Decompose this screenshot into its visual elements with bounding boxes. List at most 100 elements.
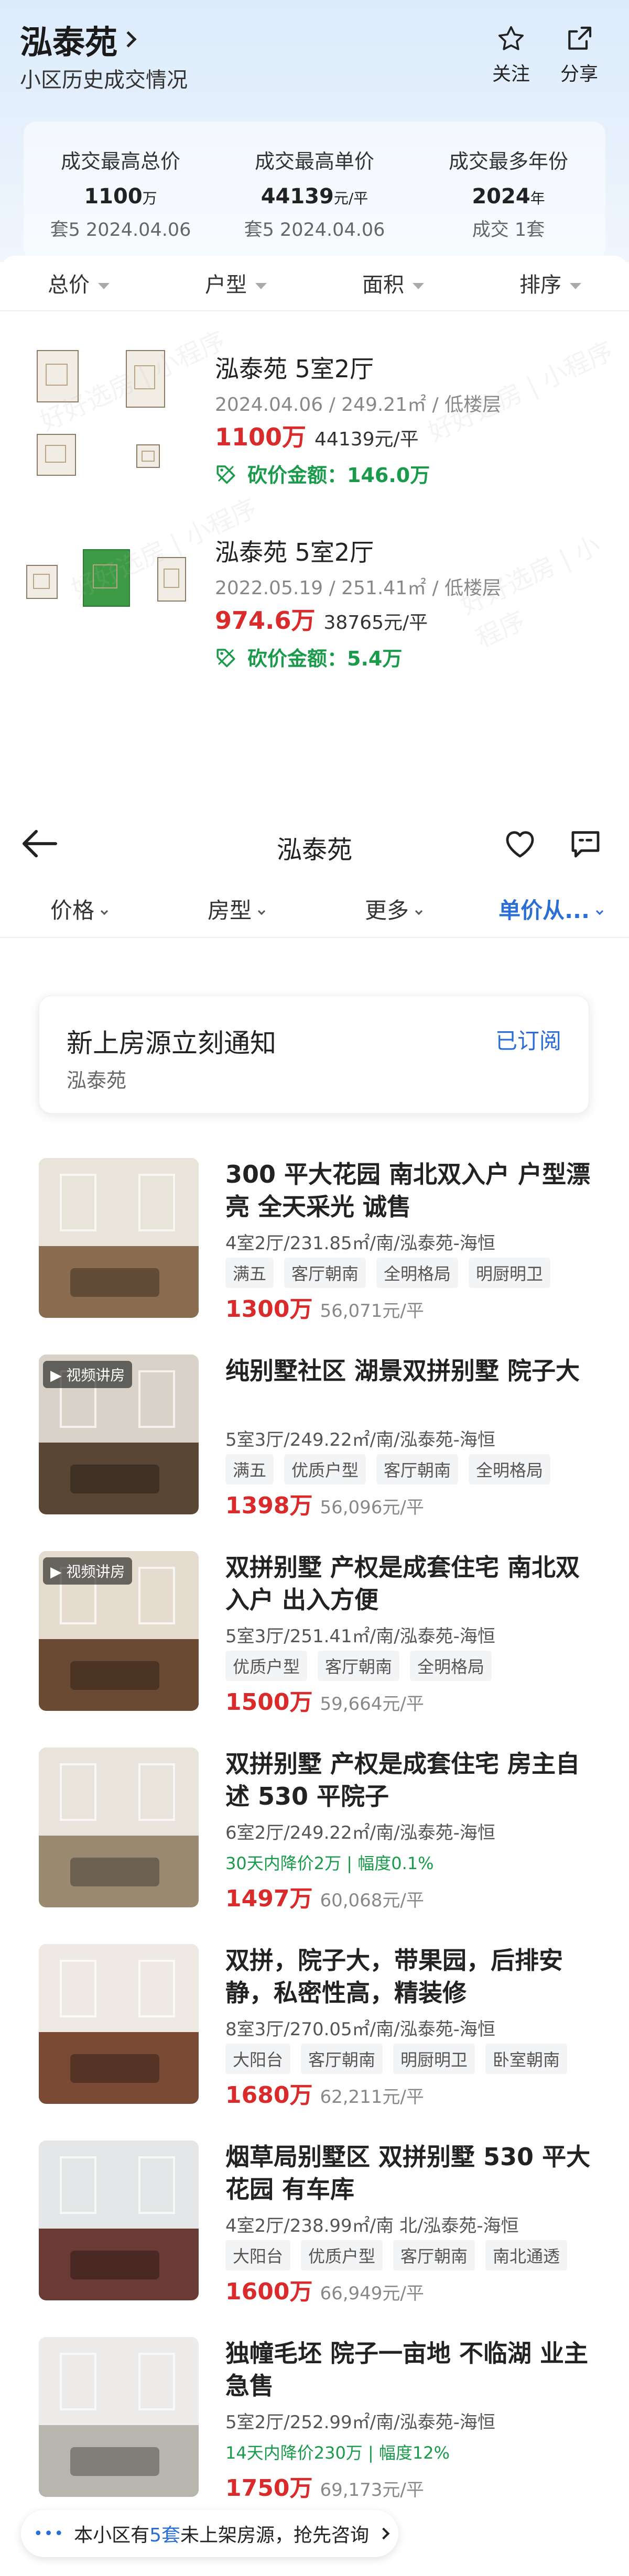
- listing-price: 1500万 59,664元/平: [225, 1683, 424, 1717]
- listing-item[interactable]: 300 平大花园 南北双入户 户型漂亮 全天采光 诚售 4室2厅/231.85㎡/…: [0, 1158, 629, 1355]
- tab-price[interactable]: 价格: [0, 893, 157, 925]
- follow-label: 关注: [492, 63, 530, 85]
- listing-item[interactable]: ▶ 视频讲房 纯别墅社区 湖景双拼别墅 院子大 5室3厅/249.22㎡/南/泓泰苑…: [0, 1355, 629, 1551]
- deal-unit-price: 38765元/平: [323, 612, 428, 634]
- listing-price: 1600万 66,949元/平: [225, 2273, 424, 2306]
- star-icon: [498, 26, 524, 50]
- deal-unit-price: 44139元/平: [314, 429, 419, 450]
- stat-label: 成交最高单价: [254, 150, 374, 173]
- heart-icon[interactable]: [503, 828, 537, 859]
- listing-total-price: 1680万: [225, 2082, 313, 2109]
- tab-label: 更多: [364, 897, 409, 923]
- message-icon[interactable]: [569, 828, 602, 859]
- listing-total-price: 1398万: [225, 1492, 313, 1519]
- floorplan-shape: [126, 350, 165, 408]
- deal-record[interactable]: 泓泰苑 5室2厅 2022.05.19 / 251.41㎡ / 低楼层 974.…: [0, 518, 629, 696]
- tab-label: 价格: [50, 897, 94, 923]
- photo-window: [60, 1960, 96, 2017]
- listing-price: 1680万 62,211元/平: [225, 2076, 424, 2110]
- listing-title: 双拼别墅 产权是成套住宅 房主自述 530 平院子: [225, 1750, 580, 1810]
- listing-tag: 客厅朝南: [284, 1258, 366, 1288]
- deal-total-price: 1100万: [215, 423, 307, 451]
- share-button[interactable]: 分享: [550, 24, 608, 86]
- tab-room-type[interactable]: 房型: [157, 893, 314, 925]
- listing-photo: ▶ 视频讲房: [39, 1355, 199, 1514]
- listing-tag: 客厅朝南: [393, 2240, 475, 2271]
- listing-price: 1300万 56,071元/平: [225, 1290, 424, 1324]
- tab-label: 单价从...: [498, 897, 590, 923]
- photo-furniture: [70, 1661, 159, 1690]
- follow-button[interactable]: 关注: [482, 24, 540, 86]
- community-title[interactable]: 泓泰苑: [20, 16, 137, 63]
- stat-number: 44139: [261, 184, 334, 209]
- listing-tag: 大阳台: [225, 2240, 291, 2271]
- listing-tag: 客厅朝南: [376, 1454, 459, 1485]
- tab-more[interactable]: 更多: [314, 893, 472, 925]
- listing-photo: ▶ 视频讲房: [39, 1551, 199, 1711]
- listing-total-price: 1600万: [225, 2278, 313, 2305]
- share-label: 分享: [560, 63, 598, 85]
- notify-subtitle: 泓泰苑: [67, 1069, 127, 1092]
- unlisted-consult-bar[interactable]: ••• 本小区有 5套 未上架房源，抢先咨询: [21, 2510, 398, 2557]
- chevron-down-icon: [415, 907, 423, 915]
- listing-item[interactable]: 烟草局别墅区 双拼别墅 530 平大花园 有车库 4室2厅/238.99㎡/南 北…: [0, 2141, 629, 2337]
- filter-area[interactable]: 面积: [314, 268, 472, 298]
- listing-price: 1750万 69,173元/平: [225, 2469, 424, 2503]
- listing-meta: 5室3厅/249.22㎡/南/泓泰苑-海恒: [225, 1429, 495, 1450]
- nav-bar: 泓泰苑: [0, 807, 629, 880]
- listing-tag: 全明格局: [410, 1651, 492, 1681]
- filter-layout[interactable]: 户型: [157, 268, 314, 298]
- listing-item[interactable]: ▶ 视频讲房 双拼别墅 产权是成套住宅 南北双入户 出入方便 5室3厅/251.41…: [0, 1551, 629, 1748]
- stat-label: 成交最高总价: [60, 150, 180, 173]
- stat-unit: 年: [530, 190, 545, 207]
- header-area: 泓泰苑 小区历史成交情况 关注 分享 成交最高总价 1100万 套5 2024.…: [0, 0, 629, 262]
- filter-sort[interactable]: 排序: [472, 268, 629, 298]
- history-deals-screen: 泓泰苑 小区历史成交情况 关注 分享 成交最高总价 1100万 套5 2024.…: [0, 0, 629, 755]
- filter-bar: 总价 户型 面积 排序: [0, 256, 629, 311]
- listing-item[interactable]: 独幢毛坯 院子一亩地 不临湖 业主急售 5室2厅/252.99㎡/南/泓泰苑-海恒…: [0, 2337, 629, 2534]
- listing-price: 1497万 60,068元/平: [225, 1880, 424, 1913]
- notify-title: 新上房源立刻通知: [67, 1028, 276, 1058]
- listing-unit-price: 69,173元/平: [320, 2480, 424, 2501]
- filter-label: 总价: [48, 273, 90, 297]
- listing-unit-price: 60,068元/平: [320, 1890, 424, 1911]
- listing-item[interactable]: 双拼，院子大，带果园，后排安静，私密性高，精装修 8室3厅/270.05㎡/南/泓…: [0, 1944, 629, 2141]
- listing-photo: [39, 2337, 199, 2497]
- listing-tag: 明厨明卫: [393, 2044, 475, 2074]
- filter-label: 户型: [205, 273, 247, 297]
- floorplan-shape: [26, 565, 58, 599]
- listing-tag: 优质户型: [225, 1651, 308, 1681]
- tab-unit-price-sort[interactable]: 单价从...: [472, 893, 629, 925]
- listing-tags: 大阳台 客厅朝南 明厨明卫 卧室朝南: [225, 2044, 578, 2074]
- chevron-right-icon: [120, 31, 137, 48]
- listing-title: 双拼，院子大，带果园，后排安静，私密性高，精装修: [225, 1946, 563, 2007]
- photo-window: [138, 1960, 175, 2017]
- stat-sub: 套5 2024.04.06: [50, 220, 191, 241]
- floorplan-shape: [136, 444, 160, 468]
- chevron-down-icon: [257, 907, 266, 915]
- listing-meta: 4室2厅/238.99㎡/南 北/泓泰苑-海恒: [225, 2215, 519, 2236]
- deal-record[interactable]: 泓泰苑 5室2厅 2024.04.06 / 249.21㎡ / 低楼层 1100…: [0, 334, 629, 512]
- listing-title: 双拼别墅 产权是成套住宅 南北双入户 出入方便: [225, 1553, 580, 1614]
- listing-photo: [39, 1944, 199, 2104]
- stat-number: 2024: [472, 184, 530, 209]
- listing-total-price: 1750万: [225, 2475, 313, 2502]
- listing-meta: 5室2厅/252.99㎡/南/泓泰苑-海恒: [225, 2412, 495, 2433]
- listing-total-price: 1497万: [225, 1885, 313, 1912]
- listing-item[interactable]: 双拼别墅 产权是成套住宅 房主自述 530 平院子 6室2厅/249.22㎡/南/…: [0, 1748, 629, 1944]
- deal-cut: 砍价金额：146.0万: [215, 459, 430, 488]
- dots-icon: •••: [34, 2524, 65, 2543]
- filter-total-price[interactable]: 总价: [0, 268, 157, 298]
- listing-meta: 8室3厅/270.05㎡/南/泓泰苑-海恒: [225, 2019, 495, 2040]
- listing-unit-price: 56,071元/平: [320, 1301, 424, 1322]
- stat-value: 44139元/平: [218, 184, 411, 209]
- listing-tag: 优质户型: [301, 2240, 383, 2271]
- listing-tags: 优质户型 客厅朝南 全明格局: [225, 1651, 502, 1681]
- stat-sub: 成交 1套: [472, 220, 545, 241]
- photo-window: [138, 1763, 175, 1821]
- stat-top-year: 成交最多年份 2024年 成交 1套: [411, 122, 605, 260]
- subscribed-button[interactable]: 已订阅: [495, 1023, 561, 1055]
- listing-title: 独幢毛坯 院子一亩地 不临湖 业主急售: [225, 2339, 589, 2400]
- listing-tag: 满五: [225, 1258, 274, 1288]
- photo-window: [138, 1370, 175, 1428]
